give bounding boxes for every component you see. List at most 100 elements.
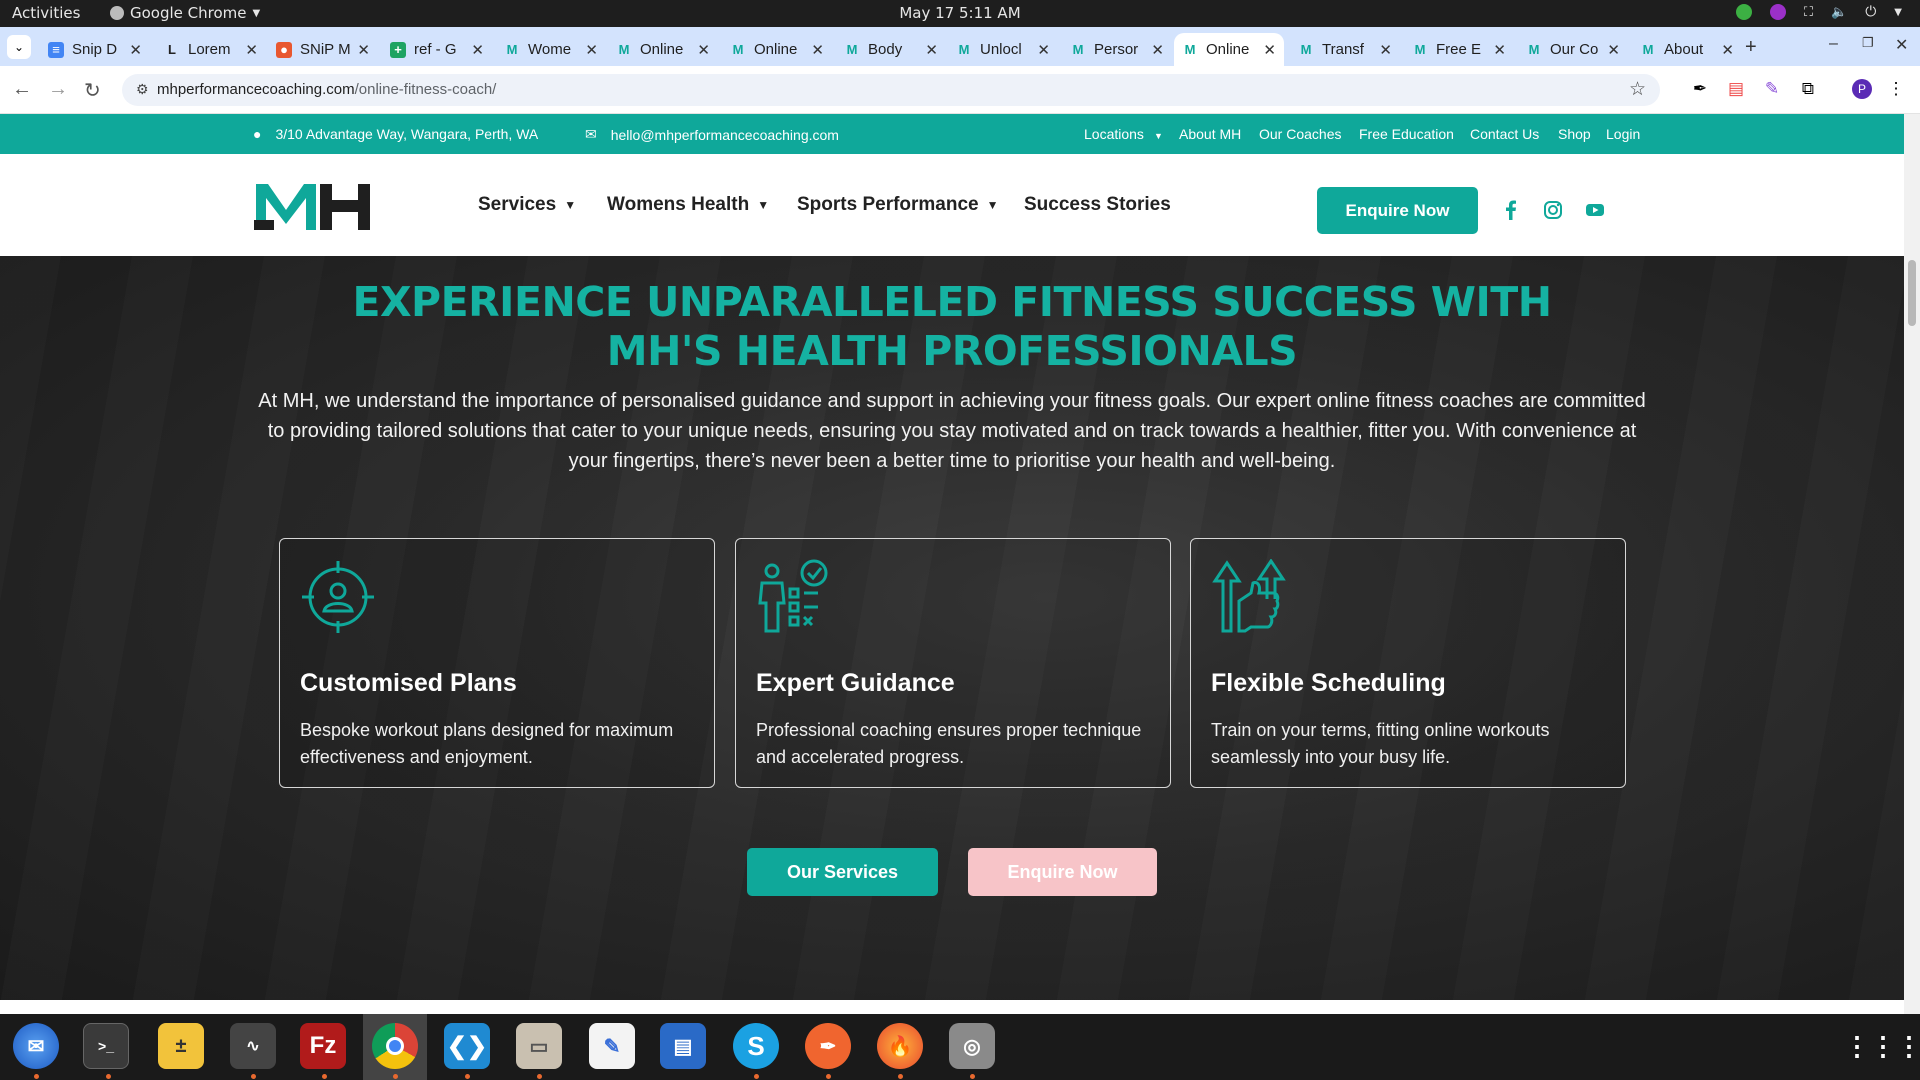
tab-close-icon[interactable]: ✕: [585, 41, 598, 59]
topnav-locations[interactable]: Locations ▼: [1084, 126, 1163, 142]
topnav-login[interactable]: Login: [1606, 126, 1640, 142]
topnav-about[interactable]: About MH: [1179, 126, 1241, 142]
pen-icon[interactable]: ✎: [1762, 79, 1782, 99]
text-editor-icon[interactable]: ✎: [589, 1023, 635, 1069]
chrome-center-icon: [386, 1037, 404, 1055]
minimize-icon[interactable]: –: [1829, 35, 1838, 53]
nav-success-stories[interactable]: Success Stories: [1024, 194, 1171, 216]
favicon-icon: M: [846, 41, 858, 57]
clock[interactable]: May 17 5:11 AM: [0, 4, 1920, 22]
topnav-education[interactable]: Free Education: [1359, 126, 1454, 142]
tab-close-icon[interactable]: ✕: [1379, 41, 1392, 59]
reload-icon[interactable]: ↻: [84, 78, 101, 103]
site-info-icon[interactable]: ⚙: [136, 81, 149, 98]
extension-icon[interactable]: ▤: [1726, 79, 1746, 99]
browser-tab[interactable]: M Online ✕: [608, 33, 718, 66]
url-text[interactable]: mhperformancecoaching.com/online-fitness…: [157, 81, 496, 98]
files-icon[interactable]: ▭: [516, 1023, 562, 1069]
scrollbar-thumb[interactable]: [1908, 260, 1916, 326]
tab-search-button[interactable]: ⌄: [7, 35, 31, 59]
writer-icon[interactable]: ▤: [660, 1023, 706, 1069]
caret-down-icon: ▼: [757, 197, 770, 212]
restore-icon[interactable]: ❐: [1862, 35, 1874, 51]
tab-close-icon[interactable]: ✕: [1151, 41, 1164, 59]
browser-tab[interactable]: ≡ Snip D ✕: [40, 33, 150, 66]
favicon-icon: M: [732, 41, 744, 57]
topnav-coaches[interactable]: Our Coaches: [1259, 126, 1341, 142]
hero-enquire-now-button[interactable]: Enquire Now: [968, 848, 1157, 896]
inkscape-icon[interactable]: ✒: [805, 1023, 851, 1069]
app-menu-label: Google Chrome: [130, 4, 247, 22]
email-info[interactable]: ✉ hello@mhperformancecoaching.com: [585, 126, 839, 143]
eyedropper-icon[interactable]: ✒: [1690, 79, 1710, 99]
browser-tab[interactable]: M Online ✕: [722, 33, 832, 66]
close-window-icon[interactable]: ✕: [1895, 35, 1908, 55]
nav-sports-performance[interactable]: Sports Performance ▼: [797, 194, 999, 216]
topnav-contact[interactable]: Contact Us: [1470, 126, 1539, 142]
browser-tab[interactable]: ● SNiP M ✕: [268, 33, 378, 66]
nav-womens-health[interactable]: Womens Health ▼: [607, 194, 769, 216]
tab-close-icon[interactable]: ✕: [1721, 41, 1734, 59]
page-scrollbar[interactable]: [1904, 114, 1920, 1014]
new-tab-button[interactable]: +: [1745, 36, 1757, 59]
system-tray[interactable]: ⛶ 🔈 ⏻ ▼: [1735, 4, 1902, 20]
tab-close-icon[interactable]: ✕: [1263, 41, 1276, 59]
filezilla-icon[interactable]: Fz: [300, 1023, 346, 1069]
calculator-icon[interactable]: ±: [158, 1023, 204, 1069]
tab-close-icon[interactable]: ✕: [1607, 41, 1620, 59]
vscode-icon[interactable]: ❮❯: [444, 1023, 490, 1069]
browser-tab[interactable]: M Persor ✕: [1062, 33, 1172, 66]
firefox-icon[interactable]: 🔥: [877, 1023, 923, 1069]
tab-close-icon[interactable]: ✕: [697, 41, 710, 59]
tab-close-icon[interactable]: ✕: [1493, 41, 1506, 59]
address-bar[interactable]: ⚙ mhperformancecoaching.com/online-fitne…: [122, 74, 1660, 106]
bookmark-star-icon[interactable]: ☆: [1629, 78, 1646, 101]
browser-tab[interactable]: M Wome ✕: [496, 33, 606, 66]
womens-health-label: Womens Health: [607, 194, 750, 215]
browser-tab[interactable]: M Our Co ✕: [1518, 33, 1628, 66]
browser-tab[interactable]: M Online ✕: [1174, 33, 1284, 66]
profile-avatar[interactable]: P: [1852, 79, 1872, 99]
app-menu[interactable]: Google Chrome ▼: [110, 4, 260, 22]
thunderbird-icon[interactable]: ✉: [13, 1023, 59, 1069]
our-services-button[interactable]: Our Services: [747, 848, 938, 896]
browser-tab[interactable]: M Transf ✕: [1290, 33, 1400, 66]
browser-tab[interactable]: + ref - G ✕: [382, 33, 492, 66]
tab-close-icon[interactable]: ✕: [245, 41, 258, 59]
menu-icon[interactable]: ⋮: [1886, 79, 1906, 99]
youtube-icon[interactable]: [1584, 199, 1606, 221]
browser-tab[interactable]: M Body ✕: [836, 33, 946, 66]
card-text: Bespoke workout plans designed for maxim…: [300, 720, 674, 767]
mh-logo[interactable]: [254, 180, 378, 232]
browser-tab[interactable]: M About ✕: [1632, 33, 1742, 66]
tab-close-icon[interactable]: ✕: [1037, 41, 1050, 59]
tab-close-icon[interactable]: ✕: [925, 41, 938, 59]
running-indicator: [898, 1074, 903, 1079]
nav-services[interactable]: Services ▼: [478, 194, 576, 216]
topnav-shop[interactable]: Shop: [1558, 126, 1591, 142]
facebook-icon[interactable]: [1500, 199, 1522, 221]
favicon-icon: L: [168, 41, 176, 57]
address-info[interactable]: ● 3/10 Advantage Way, Wangara, Perth, WA: [253, 126, 538, 142]
chrome-icon[interactable]: [372, 1023, 418, 1069]
puzzle-icon[interactable]: ⧉: [1798, 79, 1818, 99]
system-monitor-icon[interactable]: ∿: [230, 1023, 276, 1069]
running-indicator: [537, 1074, 542, 1079]
show-apps-icon[interactable]: ⋮⋮⋮: [1844, 1023, 1920, 1069]
browser-tab[interactable]: L Lorem ✕: [156, 33, 266, 66]
browser-tab[interactable]: M Unlocl ✕: [948, 33, 1058, 66]
terminal-icon[interactable]: >_: [83, 1023, 129, 1069]
browser-tab[interactable]: M Free E ✕: [1404, 33, 1514, 66]
tab-close-icon[interactable]: ✕: [129, 41, 142, 59]
back-icon[interactable]: ←: [12, 78, 32, 101]
tab-close-icon[interactable]: ✕: [471, 41, 484, 59]
disk-icon[interactable]: ◎: [949, 1023, 995, 1069]
favicon-icon: M: [1072, 41, 1084, 57]
instagram-icon[interactable]: [1542, 199, 1564, 221]
forward-icon[interactable]: →: [48, 78, 68, 101]
enquire-now-button[interactable]: Enquire Now: [1317, 187, 1478, 234]
activities-button[interactable]: Activities: [12, 4, 80, 22]
skype-icon[interactable]: S: [733, 1023, 779, 1069]
tab-close-icon[interactable]: ✕: [357, 41, 370, 59]
tab-close-icon[interactable]: ✕: [811, 41, 824, 59]
